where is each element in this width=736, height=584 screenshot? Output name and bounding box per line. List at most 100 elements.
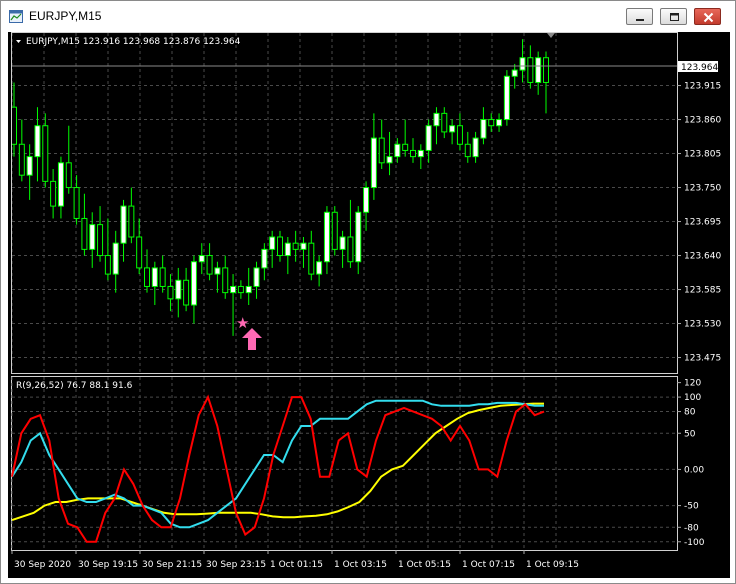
candle-body [464, 143, 471, 158]
candle-body [370, 137, 377, 189]
indicator-tick-label: 100 [684, 393, 701, 403]
time-tick-label: 30 Sep 21:15 [142, 560, 202, 570]
candle-body [230, 285, 237, 294]
candle-body [81, 217, 88, 250]
candle-body [480, 119, 487, 139]
indicator-tick-label: 50 [684, 429, 696, 439]
chart-shift-marker-icon[interactable] [547, 33, 555, 38]
candle-body [441, 112, 448, 133]
candle-body [206, 255, 213, 275]
candle-body [339, 236, 346, 250]
main-chart-header: EURJPY,M15 123.916 123.968 123.876 123.9… [26, 37, 241, 47]
candle-body [159, 267, 166, 287]
indicator-label: R(9,26,52) 76.7 88.1 91.6 [16, 381, 133, 391]
candle-body [472, 137, 479, 158]
star-icon: ★ [236, 314, 249, 332]
price-tick-label: 123.860 [684, 116, 721, 126]
candle-body [323, 211, 330, 263]
candle-body [417, 149, 424, 158]
candle-body [300, 242, 307, 250]
indicator-tick-label: -80 [684, 523, 699, 533]
candle-body [11, 106, 17, 145]
close-button[interactable] [694, 8, 721, 25]
chart-canvas[interactable]: EURJPY,M15 123.916 123.968 123.876 123.9… [8, 32, 730, 578]
candle-body [253, 267, 260, 287]
candle-body [18, 143, 25, 176]
candle-body [128, 205, 135, 238]
indicator-axis: 120 100 80 50 0.00 -50 -80 -100 [677, 379, 705, 548]
candle-body [519, 57, 526, 71]
time-tick-label: 30 Sep 23:15 [206, 560, 266, 570]
indicator-grid [11, 377, 677, 550]
candle-body [73, 187, 80, 219]
candle-body [378, 137, 385, 164]
close-icon [703, 12, 714, 23]
candle-body [331, 211, 338, 250]
candle-body [237, 285, 244, 294]
minimize-icon [636, 19, 644, 21]
minimize-button[interactable] [626, 8, 653, 25]
candle-body [527, 57, 534, 83]
price-pane-frame [11, 32, 678, 374]
candle-body [449, 125, 456, 133]
candle-body [433, 112, 440, 127]
candle-body [42, 125, 49, 182]
indicator-tick-label: 0.00 [684, 465, 704, 475]
title-bar[interactable]: EURJPY,M15 [1, 1, 735, 32]
candle-body [65, 162, 72, 189]
indicator-tick-label: 80 [684, 408, 696, 418]
candle-body [222, 267, 229, 294]
window-title: EURJPY,M15 [29, 9, 102, 23]
candle-body [198, 255, 205, 263]
candle-body [136, 236, 143, 269]
indicator-tick-label: -100 [684, 538, 705, 548]
candle-body [503, 75, 510, 121]
current-price-label: 123.964 [681, 63, 718, 73]
price-tick-label: 123.585 [684, 286, 721, 296]
candle-body [277, 236, 283, 257]
indicator-pane-frame [11, 376, 678, 551]
candle-body [410, 149, 416, 158]
candle-body [269, 236, 276, 250]
collapse-arrow-icon[interactable] [16, 40, 21, 43]
candle-body [245, 285, 252, 294]
time-tick-label: 30 Sep 19:15 [78, 560, 138, 570]
time-tick-label: 1 Oct 01:15 [270, 560, 323, 570]
candle-body [104, 255, 111, 275]
price-tick-label: 123.475 [684, 354, 721, 364]
time-axis: 30 Sep 2020 30 Sep 19:15 30 Sep 21:15 30 Se… [11, 550, 579, 570]
maximize-button[interactable] [660, 8, 687, 25]
candle-body [175, 279, 182, 300]
candle-body [394, 143, 401, 158]
candle-body [496, 119, 503, 127]
candle-body [97, 224, 104, 257]
candle-body [308, 242, 315, 275]
candle-body [402, 143, 409, 151]
candle-body [167, 285, 174, 300]
candle-body [386, 156, 393, 164]
price-grid [11, 33, 677, 373]
price-tick-label: 123.530 [684, 320, 721, 330]
maximize-icon [670, 13, 679, 21]
candle-body [151, 267, 158, 287]
time-tick-label: 1 Oct 03:15 [334, 560, 387, 570]
candle-body [316, 261, 323, 275]
chart-area[interactable]: EURJPY,M15 123.916 123.968 123.876 123.9… [8, 32, 730, 578]
candle-body [363, 187, 370, 213]
price-tick-label: 123.915 [684, 82, 721, 92]
chart-window-icon [9, 10, 23, 23]
candle-body [535, 57, 542, 83]
candle-body [292, 242, 299, 250]
time-tick-label: 1 Oct 05:15 [398, 560, 451, 570]
candle-body [456, 125, 463, 145]
time-tick-label: 1 Oct 07:15 [462, 560, 515, 570]
candle-body [34, 125, 41, 158]
candle-body [57, 162, 64, 207]
candle-body [355, 211, 362, 263]
candle-body [261, 248, 268, 269]
candle-body [284, 242, 291, 257]
chart-window: EURJPY,M15 EURJPY,M15 123.916 123.968 12… [0, 0, 736, 584]
candle-body [511, 69, 518, 77]
time-tick-label: 1 Oct 09:15 [526, 560, 579, 570]
candle-body [112, 242, 119, 275]
